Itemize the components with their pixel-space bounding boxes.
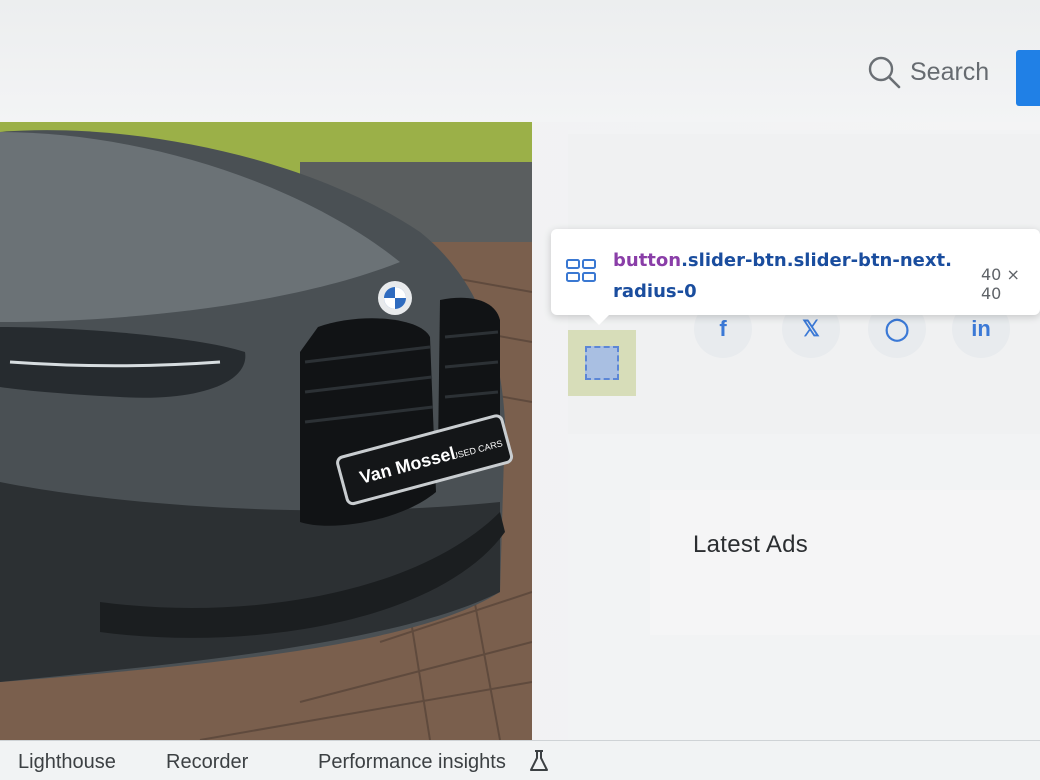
tooltip-size: 40 × 40	[981, 265, 1020, 303]
latest-ads-title: Latest Ads	[693, 531, 809, 558]
flex-layout-icon	[566, 259, 596, 282]
devtools-tab-strip: Lighthouse Recorder Performance insights	[0, 740, 1040, 780]
tooltip-selector: button.slider-btn.slider-btn-next. radiu…	[613, 245, 993, 307]
listing-photo[interactable]: Van Mossel USED CARS	[0, 122, 532, 740]
latest-ads-panel	[650, 490, 1040, 635]
car-image: Van Mossel USED CARS	[0, 122, 532, 740]
browser-viewport: Search Van Mossel USED CARS f 𝕏 ◯ in Lat…	[0, 0, 1040, 780]
whatsapp-icon: ◯	[884, 316, 910, 341]
inspect-tooltip: button.slider-btn.slider-btn-next. radiu…	[551, 229, 1040, 325]
linkedin-icon: in	[971, 316, 991, 341]
search-icon	[868, 56, 901, 89]
facebook-icon: f	[719, 316, 727, 341]
slider-next-button[interactable]	[568, 330, 636, 396]
tooltip-tag: button	[613, 250, 682, 271]
slider-next-highlight	[585, 346, 619, 380]
flask-icon	[530, 750, 548, 771]
site-header: Search	[0, 0, 1040, 122]
header-action-button[interactable]	[1016, 50, 1040, 106]
tooltip-classes: .slider-btn.slider-btn-next.	[681, 250, 952, 271]
tab-lighthouse[interactable]: Lighthouse	[18, 751, 116, 774]
search-label: Search	[910, 57, 990, 86]
tab-recorder[interactable]: Recorder	[166, 751, 248, 774]
tab-performance-insights[interactable]: Performance insights	[318, 751, 506, 774]
x-twitter-icon: 𝕏	[802, 316, 820, 341]
search-button[interactable]: Search	[866, 52, 989, 92]
tooltip-classes-line2: radius-0	[613, 281, 697, 302]
